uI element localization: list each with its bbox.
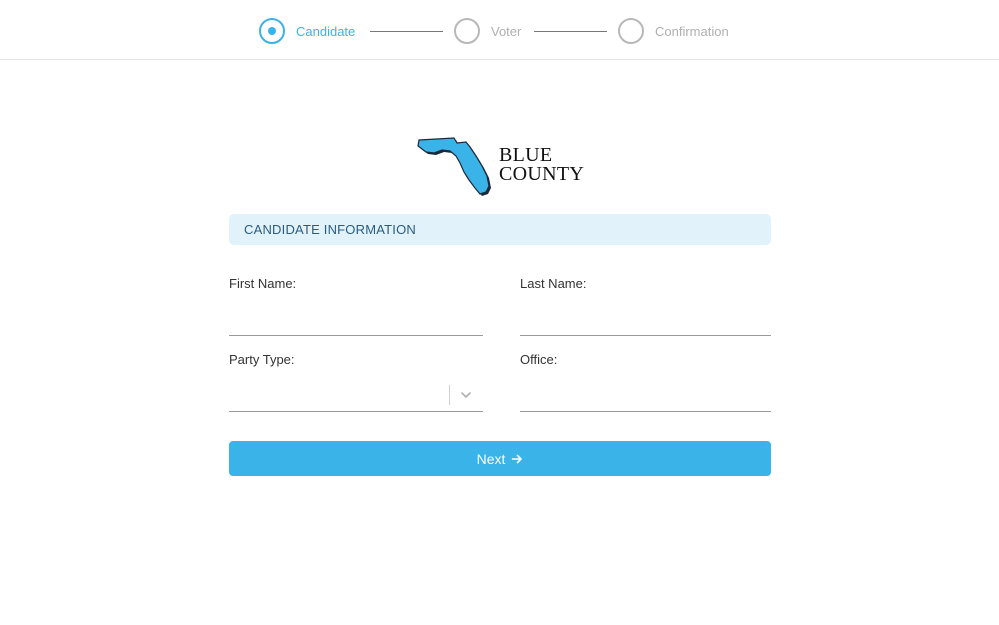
- progress-stepper: Candidate Voter Confirmation: [0, 0, 999, 60]
- step-connector: [370, 31, 443, 32]
- last-name-input[interactable]: [520, 308, 771, 336]
- chevron-down-icon[interactable]: [459, 388, 473, 402]
- logo-line-2: COUNTY: [499, 163, 585, 185]
- next-button-label: Next: [476, 450, 506, 467]
- arrow-right-icon: [512, 454, 523, 463]
- step-active-icon: [259, 18, 285, 44]
- section-header: CANDIDATE INFORMATION: [229, 214, 771, 245]
- party-type-select[interactable]: [229, 380, 483, 412]
- logo-text: BLUE COUNTY: [499, 145, 585, 185]
- step-label-candidate: Candidate: [296, 23, 356, 39]
- county-logo: BLUE COUNTY: [414, 134, 589, 196]
- select-separator: [449, 385, 450, 405]
- step-label-voter: Voter: [491, 23, 522, 39]
- step-confirmation[interactable]: Confirmation: [618, 18, 729, 44]
- next-button[interactable]: Next: [229, 441, 771, 476]
- first-name-input[interactable]: [229, 308, 483, 336]
- office-label: Office:: [520, 352, 558, 367]
- last-name-label: Last Name:: [520, 276, 587, 291]
- step-label-confirmation: Confirmation: [655, 23, 729, 39]
- first-name-label: First Name:: [229, 276, 297, 291]
- step-inactive-icon: [454, 18, 480, 44]
- step-voter[interactable]: Voter: [454, 18, 521, 44]
- florida-state-icon: [417, 137, 491, 196]
- step-connector: [534, 31, 607, 32]
- office-input[interactable]: [520, 384, 771, 412]
- step-inactive-icon: [618, 18, 644, 44]
- party-type-label: Party Type:: [229, 352, 295, 367]
- step-candidate[interactable]: Candidate: [259, 18, 355, 44]
